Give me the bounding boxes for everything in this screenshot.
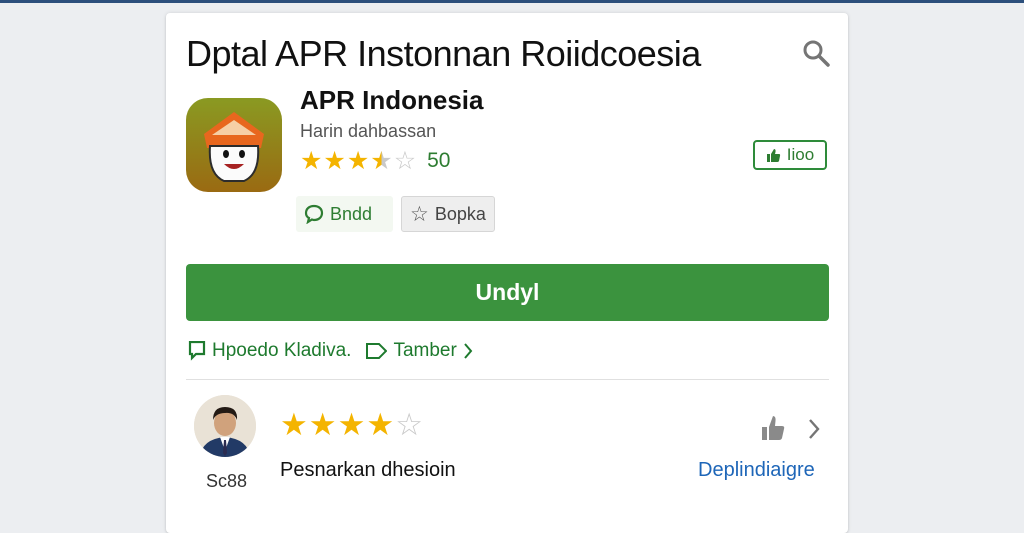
- report-label: Hpoedo Kladiva.: [212, 340, 352, 361]
- star-icon: ★: [280, 407, 308, 442]
- share-button[interactable]: Bndd: [296, 196, 393, 232]
- rating-count: 50: [427, 149, 451, 172]
- more-reviews-link[interactable]: Deplindiaigre: [698, 459, 815, 482]
- star-empty-icon: ☆: [393, 146, 417, 175]
- add-label: Tamber: [393, 340, 457, 361]
- tag-icon: [366, 343, 388, 359]
- share-label: Bndd: [330, 203, 373, 224]
- add-link[interactable]: Tamber: [365, 340, 473, 362]
- star-icon: ★: [337, 407, 366, 442]
- links-row: Hpoedo Kladiva. Tamber: [188, 338, 473, 364]
- chevron-right-icon: [464, 343, 473, 359]
- star-icon: ★: [366, 407, 395, 442]
- star-icon: ★: [346, 146, 370, 175]
- tag-button[interactable]: Iioo: [753, 140, 827, 170]
- star-icon: ★: [323, 146, 346, 175]
- star-empty-icon: ☆: [395, 407, 423, 442]
- flag-icon: [188, 341, 206, 361]
- wishlist-label: Bopka: [434, 203, 486, 224]
- app-mascot-icon[interactable]: [186, 98, 282, 192]
- chevron-right-icon[interactable]: [806, 417, 822, 441]
- app-developer: Harin dahbassan: [300, 121, 437, 141]
- reviewer-name: Sc88: [206, 471, 248, 491]
- tag-label: Iioo: [786, 145, 815, 164]
- wishlist-button[interactable]: ☆ Bopka: [401, 196, 495, 232]
- install-button[interactable]: Undyl: [186, 264, 829, 321]
- chat-bubble-icon: [304, 204, 324, 224]
- review-text: Pesnarkan dhesioin: [280, 459, 456, 481]
- app-details-card: Dptal APR Instonnan Roiidcoesia APR Indo…: [166, 13, 848, 533]
- star-icon: ★: [308, 407, 337, 442]
- report-link[interactable]: Hpoedo Kladiva.: [188, 340, 351, 362]
- top-bar: [0, 0, 1024, 3]
- app-name: APR Indonesia: [300, 85, 484, 115]
- thumb-up-outline-icon[interactable]: [760, 414, 786, 442]
- divider: [186, 379, 829, 380]
- star-half-icon: ★: [370, 146, 393, 175]
- star-icon: ★: [300, 146, 323, 175]
- review-rating: ★ ★ ★ ★ ☆: [280, 409, 424, 440]
- thumb-up-icon: [766, 148, 780, 162]
- reviewer-avatar: [194, 395, 256, 457]
- star-outline-icon: ☆: [410, 202, 429, 226]
- page-title: Dptal APR Instonnan Roiidcoesia: [186, 33, 701, 74]
- app-rating: ★ ★ ★ ★ ☆ 50: [300, 145, 450, 177]
- search-icon[interactable]: [802, 39, 830, 67]
